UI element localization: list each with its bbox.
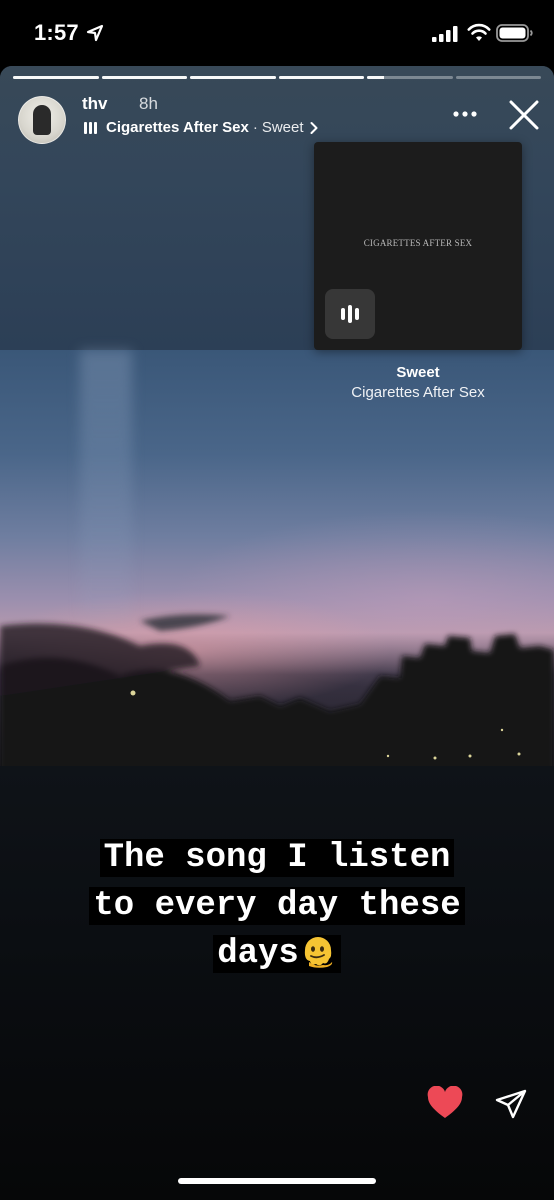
music-separator: ·: [252, 119, 258, 136]
chevron-right-icon: [310, 121, 318, 134]
wifi-icon: [467, 23, 491, 41]
home-indicator[interactable]: [178, 1178, 376, 1184]
album-cover-text: CIGARETTES AFTER SEX: [363, 238, 473, 248]
progress-segment-fill: [278, 76, 364, 79]
progress-segment-1: [13, 76, 99, 79]
progress-segment-4: [278, 76, 364, 79]
music-bars-icon: [84, 121, 97, 134]
avatar-figure: [33, 105, 51, 135]
progress-segment-6: [455, 76, 541, 79]
photo-light-streak: [80, 350, 132, 620]
story-caption: The song I listen to every day these day…: [0, 834, 554, 978]
story-progress-bar: [13, 76, 541, 79]
city-skyline-silhouette: [0, 614, 554, 786]
music-artist: Cigarettes After Sex: [106, 119, 249, 136]
music-sticker-album-cover[interactable]: CIGARETTES AFTER SEX: [314, 142, 522, 350]
music-sticker-song-title: Sweet: [396, 364, 440, 381]
post-time: 8h: [139, 94, 158, 113]
avatar[interactable]: [18, 96, 66, 144]
username[interactable]: thv: [82, 94, 108, 114]
progress-segment-5: [367, 76, 453, 79]
music-sticker-artist: Cigarettes After Sex: [351, 384, 485, 401]
music-attribution[interactable]: Cigarettes After Sex · Sweet: [84, 119, 319, 136]
caption-line-2: to every day these: [89, 887, 465, 925]
music-song: Sweet: [261, 119, 304, 136]
status-bar: 1:57: [0, 0, 554, 66]
story-background-bottom: [0, 766, 554, 1200]
screen: 1:57 thv 8h Cigarettes After Sex · Sweet…: [0, 0, 554, 1200]
audio-playing-icon[interactable]: [325, 289, 375, 339]
progress-segment-fill: [190, 76, 276, 79]
progress-segment-3: [190, 76, 276, 79]
heart-icon[interactable]: [426, 1086, 464, 1120]
status-time: 1:57: [34, 20, 79, 45]
progress-segment-fill: [13, 76, 99, 79]
cellular-signal-icon: [432, 26, 458, 42]
battery-icon: [496, 24, 533, 42]
close-icon[interactable]: [508, 99, 540, 131]
location-arrow-icon: [86, 24, 104, 42]
progress-segment-fill: [367, 76, 385, 79]
melting-face-emoji-icon: [304, 937, 332, 968]
more-options-icon[interactable]: [452, 110, 478, 118]
send-icon[interactable]: [494, 1088, 528, 1120]
caption-line-1: The song I listen: [99, 839, 455, 877]
progress-segment-2: [101, 76, 187, 79]
progress-segment-fill: [101, 76, 187, 79]
story-viewer[interactable]: thv 8h Cigarettes After Sex · Sweet CIGA…: [0, 66, 554, 1200]
caption-line-3: days: [213, 935, 341, 973]
caption-line-3-text: days: [217, 935, 299, 973]
